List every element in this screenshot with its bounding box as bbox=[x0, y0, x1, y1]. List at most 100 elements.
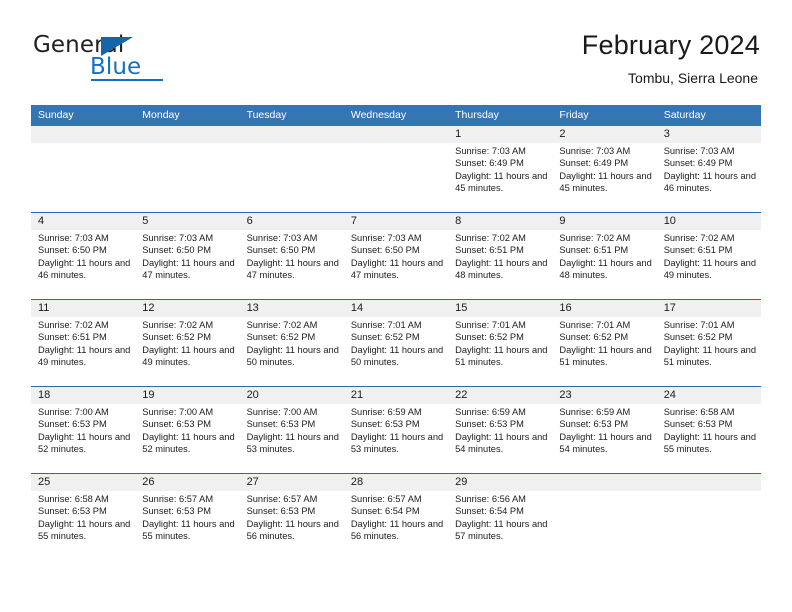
day-sun-info: Sunrise: 6:57 AM Sunset: 6:53 PM Daylight:… bbox=[142, 493, 235, 542]
daylight-text: Daylight: 11 hours and 55 minutes. bbox=[663, 431, 757, 454]
day-cell-24[interactable]: 24 Sunrise: 6:58 AM Sunset: 6:53 PM Dayligh… bbox=[656, 387, 761, 473]
day-number: 18 bbox=[38, 389, 51, 401]
day-cell-19[interactable]: 19 Sunrise: 7:00 AM Sunset: 6:53 PM Dayligh… bbox=[135, 387, 240, 473]
daylight-text: Daylight: 11 hours and 53 minutes. bbox=[350, 431, 444, 454]
day-cell-13[interactable]: 13 Sunrise: 7:02 AM Sunset: 6:52 PM Dayligh… bbox=[239, 300, 344, 386]
day-date-band bbox=[448, 126, 553, 143]
day-cell-4[interactable]: 4 Sunrise: 7:03 AM Sunset: 6:50 PM Daylight… bbox=[31, 213, 136, 299]
daylight-text: Daylight: 11 hours and 47 minutes. bbox=[142, 257, 235, 280]
day-sun-info: Sunrise: 6:59 AM Sunset: 6:53 PM Daylight:… bbox=[559, 406, 652, 455]
day-date-band bbox=[239, 126, 344, 143]
daylight-text: Daylight: 11 hours and 49 minutes. bbox=[142, 344, 235, 367]
sunset-text: Sunset: 6:52 PM bbox=[663, 332, 733, 343]
day-cell-3[interactable]: 3 Sunrise: 7:03 AM Sunset: 6:49 PM Daylight… bbox=[656, 126, 761, 212]
day-date-band bbox=[343, 126, 449, 143]
sunrise-text: Sunrise: 6:57 AM bbox=[350, 494, 422, 504]
day-cell-28[interactable]: 28 Sunrise: 6:57 AM Sunset: 6:54 PM Dayligh… bbox=[343, 474, 449, 560]
day-date-band bbox=[135, 213, 240, 230]
day-number: 12 bbox=[142, 302, 155, 314]
daylight-text: Daylight: 11 hours and 45 minutes. bbox=[559, 170, 652, 193]
day-cell-21[interactable]: 21 Sunrise: 6:59 AM Sunset: 6:53 PM Dayligh… bbox=[343, 387, 449, 473]
day-cell-16[interactable]: 16 Sunrise: 7:01 AM Sunset: 6:52 PM Dayligh… bbox=[552, 300, 657, 386]
general-blue-logo[interactable]: General Blue bbox=[31, 32, 241, 90]
day-number: 5 bbox=[142, 215, 149, 227]
day-number: 25 bbox=[38, 476, 51, 488]
daylight-text: Daylight: 11 hours and 55 minutes. bbox=[38, 518, 131, 541]
day-number: 9 bbox=[559, 215, 566, 227]
sunset-text: Sunset: 6:52 PM bbox=[246, 332, 316, 343]
sunrise-text: Sunrise: 7:02 AM bbox=[142, 320, 214, 330]
day-number: 7 bbox=[350, 215, 357, 227]
sunset-text: Sunset: 6:51 PM bbox=[38, 332, 107, 343]
sunrise-text: Sunrise: 7:00 AM bbox=[38, 407, 109, 417]
day-date-band bbox=[656, 474, 761, 491]
sunrise-text: Sunrise: 6:58 AM bbox=[663, 407, 735, 417]
day-cell-27[interactable]: 27 Sunrise: 6:57 AM Sunset: 6:53 PM Dayligh… bbox=[239, 474, 344, 560]
sunset-text: Sunset: 6:50 PM bbox=[142, 245, 212, 256]
day-cell-23[interactable]: 23 Sunrise: 6:59 AM Sunset: 6:53 PM Dayligh… bbox=[552, 387, 657, 473]
sunset-text: Sunset: 6:53 PM bbox=[559, 419, 629, 430]
daylight-text: Daylight: 11 hours and 56 minutes. bbox=[350, 518, 444, 541]
day-sun-info: Sunrise: 7:02 AM Sunset: 6:52 PM Daylight:… bbox=[247, 319, 340, 368]
day-cell-14[interactable]: 14 Sunrise: 7:01 AM Sunset: 6:52 PM Dayligh… bbox=[343, 300, 449, 386]
sunset-text: Sunset: 6:52 PM bbox=[559, 332, 629, 343]
day-date-band bbox=[31, 213, 136, 230]
day-cell-empty bbox=[31, 126, 136, 212]
day-date-band bbox=[239, 213, 344, 230]
sunrise-text: Sunrise: 7:01 AM bbox=[663, 320, 735, 330]
day-cell-empty bbox=[239, 126, 344, 212]
day-cell-1[interactable]: 1 Sunrise: 7:03 AM Sunset: 6:49 PM Daylight… bbox=[448, 126, 553, 212]
daylight-text: Daylight: 11 hours and 52 minutes. bbox=[142, 431, 235, 454]
day-sun-info: Sunrise: 7:02 AM Sunset: 6:52 PM Daylight:… bbox=[142, 319, 235, 368]
day-number: 29 bbox=[455, 476, 468, 488]
day-cell-12[interactable]: 12 Sunrise: 7:02 AM Sunset: 6:52 PM Dayligh… bbox=[135, 300, 240, 386]
day-cell-25[interactable]: 25 Sunrise: 6:58 AM Sunset: 6:53 PM Dayligh… bbox=[31, 474, 136, 560]
day-cell-15[interactable]: 15 Sunrise: 7:01 AM Sunset: 6:52 PM Dayligh… bbox=[448, 300, 553, 386]
weekday-header-friday: Friday bbox=[559, 109, 589, 121]
location-subtitle: Tombu, Sierra Leone bbox=[628, 70, 758, 86]
logo-underline bbox=[91, 79, 163, 81]
day-cell-17[interactable]: 17 Sunrise: 7:01 AM Sunset: 6:52 PM Dayligh… bbox=[656, 300, 761, 386]
day-cell-2[interactable]: 2 Sunrise: 7:03 AM Sunset: 6:49 PM Daylight… bbox=[552, 126, 657, 212]
day-sun-info: Sunrise: 7:03 AM Sunset: 6:50 PM Daylight:… bbox=[351, 232, 444, 281]
day-cell-7[interactable]: 7 Sunrise: 7:03 AM Sunset: 6:50 PM Daylight… bbox=[343, 213, 449, 299]
sunrise-text: Sunrise: 7:02 AM bbox=[455, 233, 526, 243]
day-sun-info: Sunrise: 7:00 AM Sunset: 6:53 PM Daylight:… bbox=[142, 406, 235, 455]
sunrise-text: Sunrise: 7:00 AM bbox=[142, 407, 214, 417]
weekday-header-sunday: Sunday bbox=[38, 109, 74, 121]
day-number: 16 bbox=[559, 302, 572, 314]
daylight-text: Daylight: 11 hours and 51 minutes. bbox=[663, 344, 757, 367]
sunset-text: Sunset: 6:49 PM bbox=[455, 158, 524, 169]
day-sun-info: Sunrise: 6:58 AM Sunset: 6:53 PM Daylight:… bbox=[38, 493, 131, 542]
daylight-text: Daylight: 11 hours and 56 minutes. bbox=[246, 518, 339, 541]
day-cell-8[interactable]: 8 Sunrise: 7:02 AM Sunset: 6:51 PM Daylight… bbox=[448, 213, 553, 299]
day-date-band bbox=[31, 126, 136, 143]
day-sun-info: Sunrise: 7:03 AM Sunset: 6:49 PM Daylight:… bbox=[664, 145, 757, 194]
sunset-text: Sunset: 6:54 PM bbox=[455, 506, 524, 517]
day-cell-18[interactable]: 18 Sunrise: 7:00 AM Sunset: 6:53 PM Dayligh… bbox=[31, 387, 136, 473]
sunset-text: Sunset: 6:52 PM bbox=[350, 332, 420, 343]
day-cell-11[interactable]: 11 Sunrise: 7:02 AM Sunset: 6:51 PM Dayligh… bbox=[31, 300, 136, 386]
day-date-band bbox=[656, 126, 761, 143]
daylight-text: Daylight: 11 hours and 50 minutes. bbox=[246, 344, 339, 367]
day-cell-6[interactable]: 6 Sunrise: 7:03 AM Sunset: 6:50 PM Daylight… bbox=[239, 213, 344, 299]
day-cell-empty bbox=[552, 474, 657, 560]
day-sun-info: Sunrise: 7:00 AM Sunset: 6:53 PM Daylight:… bbox=[38, 406, 131, 455]
sunset-text: Sunset: 6:52 PM bbox=[142, 332, 212, 343]
day-cell-29[interactable]: 29 Sunrise: 6:56 AM Sunset: 6:54 PM Dayligh… bbox=[448, 474, 553, 560]
day-cell-22[interactable]: 22 Sunrise: 6:59 AM Sunset: 6:53 PM Dayligh… bbox=[448, 387, 553, 473]
sunrise-text: Sunrise: 7:01 AM bbox=[455, 320, 526, 330]
day-number: 28 bbox=[350, 476, 364, 488]
week-inner: 1 Sunrise: 7:03 AM Sunset: 6:49 PM Daylight… bbox=[31, 126, 761, 212]
sunset-text: Sunset: 6:49 PM bbox=[663, 158, 733, 169]
day-cell-5[interactable]: 5 Sunrise: 7:03 AM Sunset: 6:50 PM Daylight… bbox=[135, 213, 240, 299]
sunrise-text: Sunrise: 6:57 AM bbox=[142, 494, 214, 504]
sunset-text: Sunset: 6:53 PM bbox=[455, 419, 524, 430]
day-cell-10[interactable]: 10 Sunrise: 7:02 AM Sunset: 6:51 PM Dayligh… bbox=[656, 213, 761, 299]
day-cell-9[interactable]: 9 Sunrise: 7:02 AM Sunset: 6:51 PM Daylight… bbox=[552, 213, 657, 299]
day-cell-20[interactable]: 20 Sunrise: 7:00 AM Sunset: 6:53 PM Dayligh… bbox=[239, 387, 344, 473]
day-cell-26[interactable]: 26 Sunrise: 6:57 AM Sunset: 6:53 PM Dayligh… bbox=[135, 474, 240, 560]
day-sun-info: Sunrise: 7:03 AM Sunset: 6:49 PM Daylight:… bbox=[455, 145, 548, 194]
day-number: 13 bbox=[246, 302, 259, 314]
day-sun-info: Sunrise: 6:57 AM Sunset: 6:54 PM Daylight:… bbox=[351, 493, 444, 542]
